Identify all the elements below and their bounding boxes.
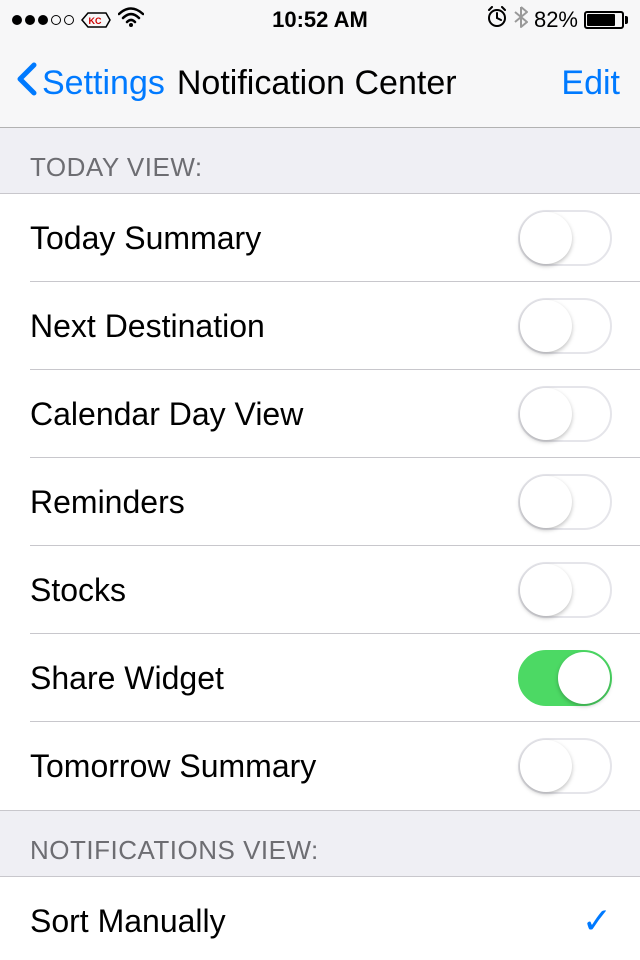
list-item-next-destination[interactable]: Next Destination [0, 282, 640, 370]
battery-icon [584, 11, 628, 29]
page-title: Notification Center [177, 64, 457, 103]
chevron-left-icon [16, 61, 38, 106]
back-label: Settings [42, 64, 165, 103]
list-item-sort-manually[interactable]: Sort Manually ✓ [0, 877, 640, 960]
toggle-tomorrow-summary[interactable] [518, 738, 612, 794]
section-header-today: TODAY VIEW: [0, 128, 640, 193]
list-item-stocks[interactable]: Stocks [0, 546, 640, 634]
list-item-label: Reminders [30, 484, 185, 521]
list-item-label: Calendar Day View [30, 396, 303, 433]
toggle-stocks[interactable] [518, 562, 612, 618]
list-item-share-widget[interactable]: Share Widget [0, 634, 640, 722]
status-right: 82% [486, 6, 628, 34]
list-item-label: Share Widget [30, 660, 224, 697]
notifications-view-list: Sort Manually ✓ [0, 876, 640, 960]
list-item-label: Today Summary [30, 220, 261, 257]
toggle-next-destination[interactable] [518, 298, 612, 354]
list-item-label: Next Destination [30, 308, 265, 345]
toggle-calendar-day-view[interactable] [518, 386, 612, 442]
carrier-icon: KC [80, 9, 112, 31]
status-time: 10:52 AM [272, 7, 368, 33]
back-button[interactable]: Settings [16, 61, 165, 106]
status-left: KC [12, 7, 144, 33]
bluetooth-icon [514, 6, 528, 34]
toggle-today-summary[interactable] [518, 210, 612, 266]
edit-button[interactable]: Edit [561, 64, 620, 103]
signal-strength-icon [12, 15, 74, 25]
today-view-list: Today Summary Next Destination Calendar … [0, 193, 640, 811]
toggle-reminders[interactable] [518, 474, 612, 530]
battery-percentage: 82% [534, 7, 578, 33]
list-item-reminders[interactable]: Reminders [0, 458, 640, 546]
list-item-tomorrow-summary[interactable]: Tomorrow Summary [0, 722, 640, 810]
list-item-label: Tomorrow Summary [30, 748, 316, 785]
content-scroll[interactable]: TODAY VIEW: Today Summary Next Destinati… [0, 128, 640, 960]
toggle-share-widget[interactable] [518, 650, 612, 706]
wifi-icon [118, 7, 144, 33]
alarm-icon [486, 6, 508, 34]
list-item-label: Sort Manually [30, 903, 226, 940]
status-bar: KC 10:52 AM 82 [0, 0, 640, 40]
list-item-label: Stocks [30, 572, 126, 609]
navigation-bar: Settings Notification Center Edit [0, 40, 640, 128]
svg-text:KC: KC [89, 16, 102, 26]
section-header-notifications: NOTIFICATIONS VIEW: [0, 811, 640, 876]
list-item-calendar-day-view[interactable]: Calendar Day View [0, 370, 640, 458]
checkmark-icon: ✓ [582, 900, 612, 942]
list-item-today-summary[interactable]: Today Summary [0, 194, 640, 282]
